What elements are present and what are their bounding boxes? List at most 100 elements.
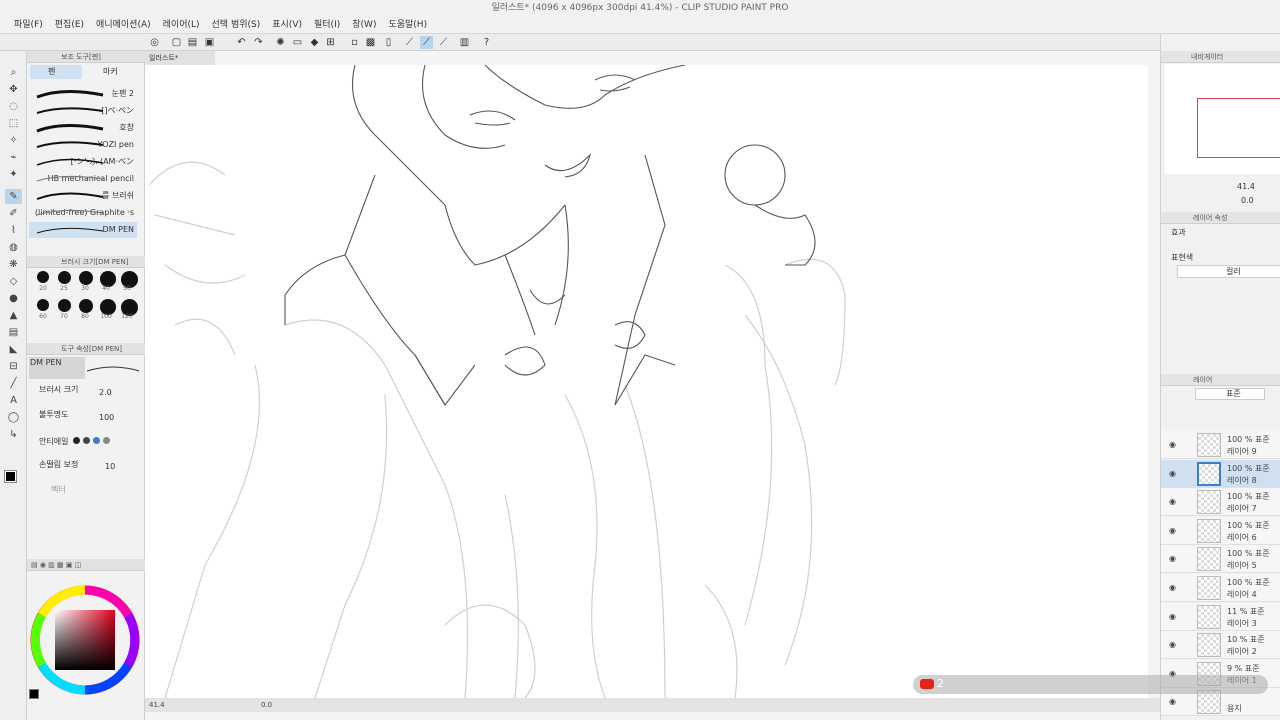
current-color-icon[interactable] xyxy=(29,689,39,699)
document-tab[interactable]: 일러스트* xyxy=(145,51,215,65)
brush-size-option[interactable] xyxy=(58,271,72,285)
fill-tool-icon[interactable]: ▲ xyxy=(5,308,22,323)
navigator-angle[interactable]: 0.0 xyxy=(1241,196,1254,205)
brush-size-option[interactable] xyxy=(37,299,49,311)
canvas-area: 일러스트* 41.4 0.0 xyxy=(145,51,1160,720)
special-ruler-icon[interactable]: ⟋ xyxy=(420,36,433,49)
right-panel: 내비게이터 41.4 0.0 레이어 속성 효과 표현색 컬러 레이어 표준 ◉… xyxy=(1160,34,1280,720)
deselect-icon[interactable]: ▫ xyxy=(348,36,361,49)
eraser-icon[interactable]: ◇ xyxy=(5,274,22,289)
eye-icon[interactable]: ◉ xyxy=(1169,526,1176,535)
menu-filter[interactable]: 필터(I) xyxy=(308,16,346,34)
antialias-options[interactable] xyxy=(73,437,110,447)
fill-icon[interactable]: ◆ xyxy=(308,36,321,49)
layer-row[interactable]: ◉ 100 % 표준 레이어 9 xyxy=(1161,431,1280,459)
tab-pen[interactable]: 펜 xyxy=(30,65,82,79)
blend-mode-select[interactable]: 표준 xyxy=(1195,388,1265,400)
overlay-count: 2 xyxy=(937,677,944,690)
layer-row[interactable]: ◉ 10 % 표준 레이어 2 xyxy=(1161,631,1280,660)
frame-icon[interactable]: ⊟ xyxy=(5,359,22,374)
layer-opacity-blend: 11 % 표준 xyxy=(1227,606,1265,616)
zoom-readout[interactable]: 41.4 xyxy=(149,698,165,712)
layer-row[interactable]: ◉ 100 % 표준 레이어 5 xyxy=(1161,545,1280,574)
eyedropper-icon[interactable]: ⌁ xyxy=(5,150,22,165)
figure-icon[interactable]: ◣ xyxy=(5,342,22,357)
invert-icon[interactable]: ▩ xyxy=(364,36,377,49)
correct-line-icon[interactable]: ↳ xyxy=(5,427,22,442)
decoration-icon[interactable]: ❋ xyxy=(5,257,22,272)
clear-icon[interactable]: ✺ xyxy=(274,36,287,49)
transform-icon[interactable]: ⊞ xyxy=(324,36,337,49)
eye-icon[interactable]: ◉ xyxy=(1169,469,1176,478)
menu-selection[interactable]: 선택 범위(S) xyxy=(206,16,267,34)
navigator-zoom[interactable]: 41.4 xyxy=(1237,182,1255,191)
menu-view[interactable]: 표시(V) xyxy=(266,16,308,34)
eye-icon[interactable]: ◉ xyxy=(1169,640,1176,649)
text-tool-icon[interactable]: A xyxy=(5,393,22,408)
eye-icon[interactable]: ◉ xyxy=(1169,612,1176,621)
move-icon[interactable]: ✥ xyxy=(5,82,22,97)
drawing-canvas[interactable] xyxy=(145,65,1148,698)
tab-marker[interactable]: 마커 xyxy=(85,65,137,79)
stabilization-value[interactable]: 10 xyxy=(105,462,115,471)
expression-select[interactable]: 컬러 xyxy=(1177,265,1280,278)
selection-icon[interactable]: ⬚ xyxy=(5,116,22,131)
crop-icon[interactable]: ▯ xyxy=(382,36,395,49)
redo-icon[interactable]: ↷ xyxy=(252,36,265,49)
pencil-icon[interactable]: ✐ xyxy=(5,206,22,221)
eye-icon[interactable]: ◉ xyxy=(1169,497,1176,506)
menu-layer[interactable]: 레이어(L) xyxy=(157,16,206,34)
grid-snap-icon[interactable]: ⟋ xyxy=(437,36,450,49)
brush-name: DM PEN xyxy=(29,357,85,379)
size-value[interactable]: 2.0 xyxy=(99,388,112,397)
pen-tool-icon[interactable]: ✎ xyxy=(5,189,22,204)
layer-row[interactable]: ◉ 11 % 표준 레이어 3 xyxy=(1161,602,1280,631)
brush-size-option[interactable] xyxy=(37,271,49,283)
layer-row[interactable]: ◉ 100 % 표준 레이어 7 xyxy=(1161,488,1280,517)
auto-select-icon[interactable]: ✦ xyxy=(5,167,22,182)
menu-animation[interactable]: 애니메이션(A) xyxy=(90,16,157,34)
stabilization-label: 손떨림 보정 xyxy=(39,460,79,469)
eye-icon[interactable]: ◉ xyxy=(1169,583,1176,592)
menu-edit[interactable]: 편집(E) xyxy=(49,16,90,34)
layer-row[interactable]: ◉ 100 % 표준 레이어 6 xyxy=(1161,516,1280,545)
brush-size-label: 120 xyxy=(121,313,133,320)
menu-file[interactable]: 파일(F) xyxy=(8,16,49,34)
help-icon[interactable]: ? xyxy=(480,36,493,49)
gradient-icon[interactable]: ▤ xyxy=(5,325,22,340)
stroke-preview xyxy=(86,366,140,372)
layer-row[interactable]: ◉ 100 % 표준 레이어 8 xyxy=(1161,459,1280,488)
eye-icon[interactable]: ◉ xyxy=(1169,554,1176,563)
brush-size-option[interactable] xyxy=(79,299,94,314)
blend-icon[interactable]: ● xyxy=(5,291,22,306)
airbrush-icon[interactable]: ◍ xyxy=(5,240,22,255)
ruler-tool-icon[interactable]: ╱ xyxy=(5,376,22,391)
opacity-value[interactable]: 100 xyxy=(99,413,114,422)
opacity-label: 불투명도 xyxy=(39,410,69,419)
brush-size-option[interactable] xyxy=(58,299,72,313)
main-color-swatch[interactable] xyxy=(4,470,17,483)
ruler-snap-icon[interactable]: ⟋ xyxy=(403,36,416,49)
magic-wand-icon[interactable]: ✧ xyxy=(5,133,22,148)
tool-bar: ⌕ ✥ ◌ ⬚ ✧ ⌁ ✦ ✎ ✐ ⌇ ◍ ❋ ◇ ● ▲ ▤ ◣ ⊟ ╱ A … xyxy=(0,51,27,720)
color-wheel[interactable] xyxy=(27,583,145,701)
command-bar: ◎ ▢ ▤ ▣ ↶ ↷ ✺ ▭ ◆ ⊞ ▫ ▩ ▯ ⟋ ⟋ ⟋ ▥ ? xyxy=(0,34,1160,51)
undo-icon[interactable]: ↶ xyxy=(235,36,248,49)
zoom-icon[interactable]: ⌕ xyxy=(5,65,22,80)
eye-icon[interactable]: ◉ xyxy=(1169,697,1176,706)
menu-window[interactable]: 창(W) xyxy=(346,16,382,34)
layer-row[interactable]: ◉ 100 % 표준 레이어 4 xyxy=(1161,574,1280,602)
balloon-icon[interactable]: ◯ xyxy=(5,410,22,425)
eye-icon[interactable]: ◉ xyxy=(1169,440,1176,449)
brush-icon[interactable]: ⌇ xyxy=(5,223,22,238)
ruler-icon[interactable]: ▥ xyxy=(458,36,471,49)
open-icon[interactable]: ▤ xyxy=(186,36,199,49)
angle-readout[interactable]: 0.0 xyxy=(261,698,272,712)
studio-icon[interactable]: ◎ xyxy=(148,36,161,49)
clear-outside-icon[interactable]: ▭ xyxy=(291,36,304,49)
brush-size-option[interactable] xyxy=(79,271,94,286)
save-icon[interactable]: ▣ xyxy=(203,36,216,49)
menu-help[interactable]: 도움말(H) xyxy=(382,16,433,34)
lasso-icon[interactable]: ◌ xyxy=(5,99,22,114)
new-file-icon[interactable]: ▢ xyxy=(170,36,183,49)
